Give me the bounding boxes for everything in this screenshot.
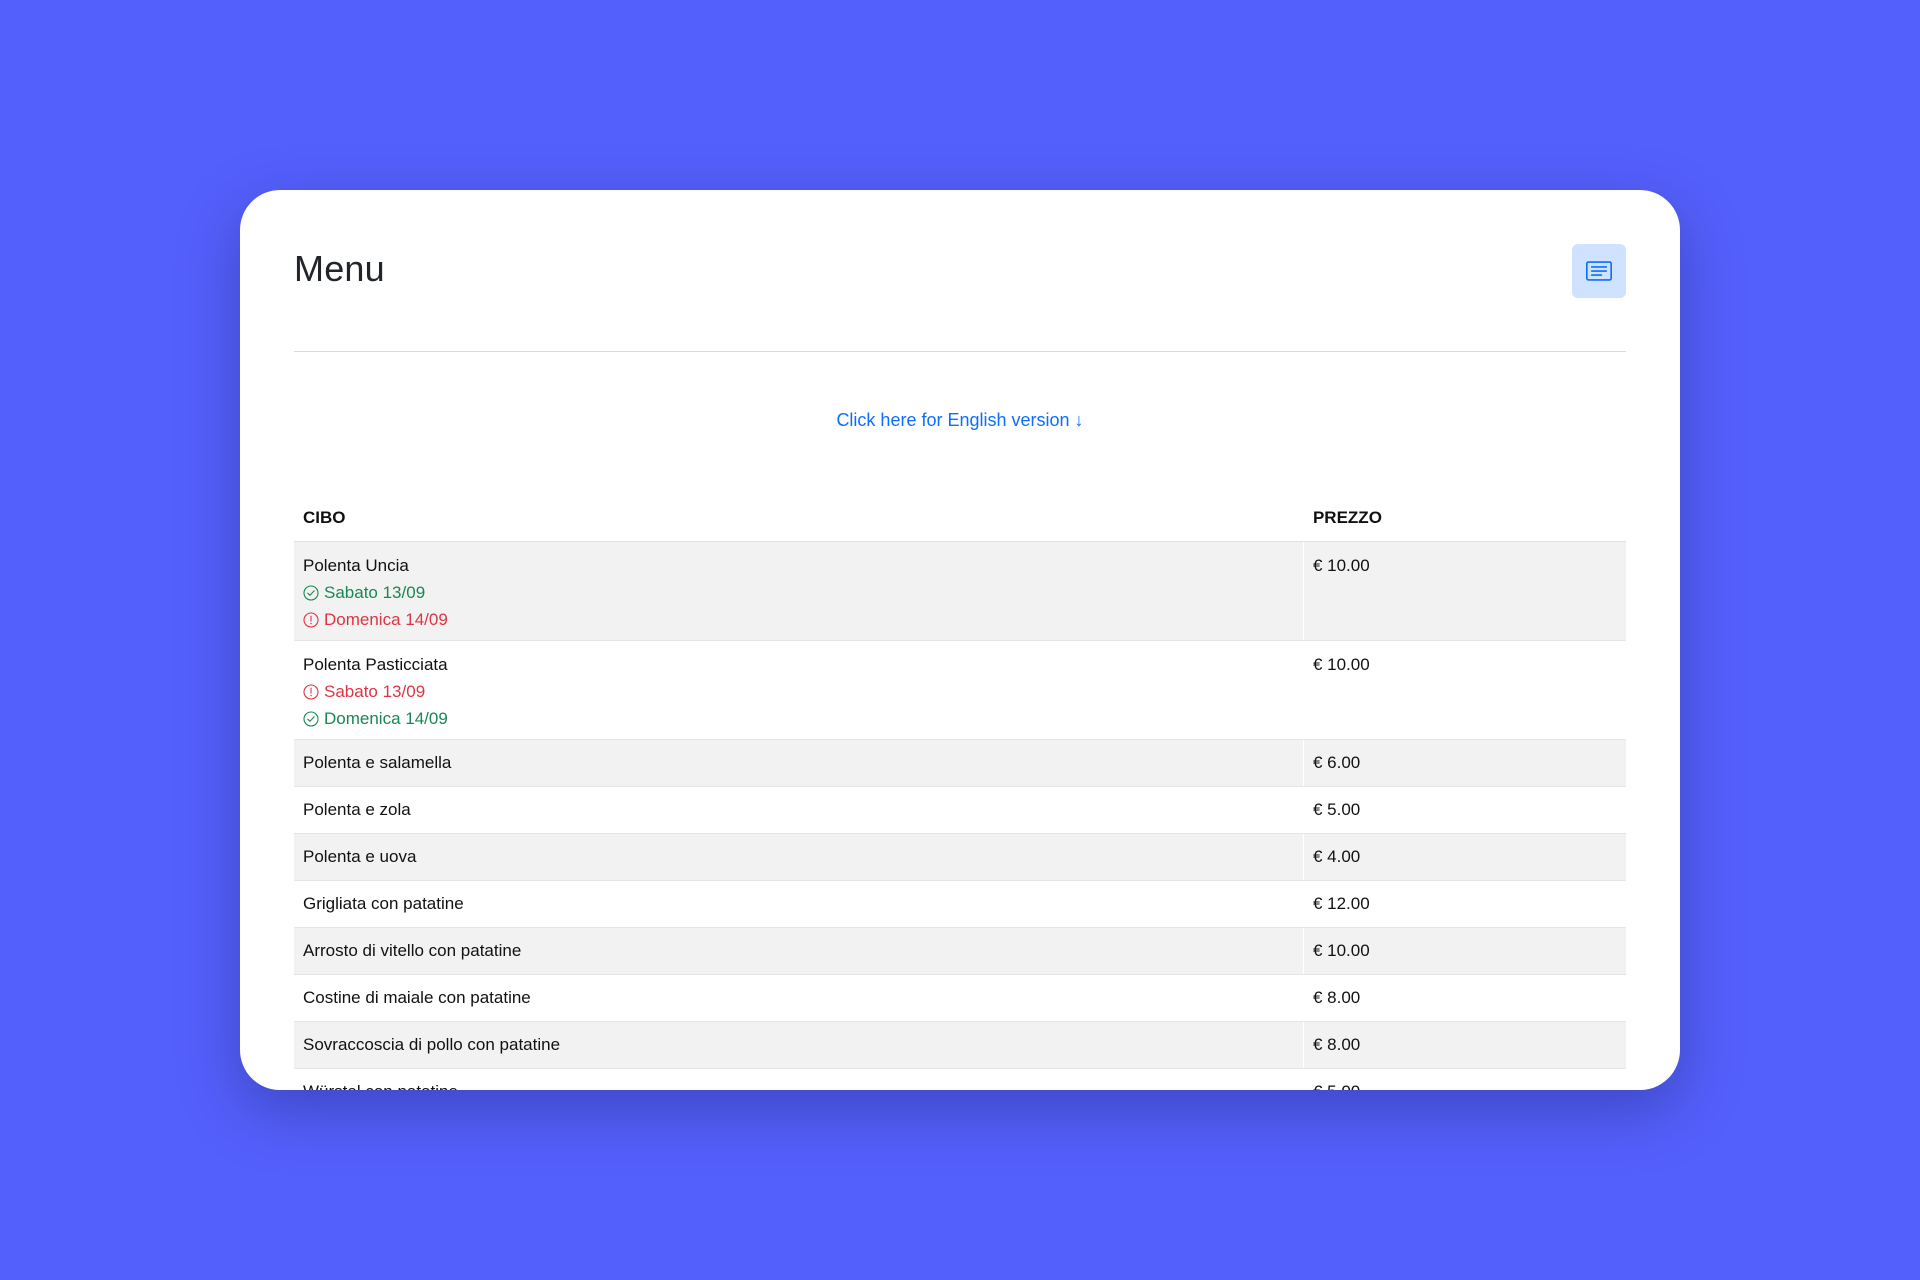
food-name: Costine di maiale con patatine: [294, 974, 1304, 1022]
exclamation-circle-icon: [303, 611, 319, 628]
english-version-link-wrap: Click here for English version ↓: [240, 410, 1680, 431]
table-header-row: CIBO PREZZO: [294, 495, 1626, 542]
food-cell: Polenta Uncia Sabato 13/09 Domenica 14/0…: [294, 541, 1304, 641]
food-name: Arrosto di vitello con patatine: [294, 927, 1304, 975]
food-name: Würstel con patatine: [294, 1068, 1304, 1090]
card-header: Menu: [294, 244, 1626, 298]
table-row: Polenta e salamella € 6.00: [294, 739, 1626, 787]
price-cell: € 12.00: [1302, 880, 1626, 928]
food-cell: Polenta Pasticciata Sabato 13/09 Domenic…: [294, 640, 1304, 740]
table-row: Arrosto di vitello con patatine € 10.00: [294, 927, 1626, 975]
table-row: Polenta e uova € 4.00: [294, 833, 1626, 881]
table-row: Würstel con patatine € 5.00: [294, 1068, 1626, 1090]
check-circle-icon: [303, 710, 319, 727]
text-view-button[interactable]: [1572, 244, 1626, 298]
menu-card: Menu Click here for English version ↓ CI…: [240, 190, 1680, 1090]
header-divider: [294, 351, 1626, 352]
food-name: Polenta Uncia: [303, 556, 409, 575]
column-header-food: CIBO: [294, 495, 1304, 542]
exclamation-circle-icon: [303, 683, 319, 700]
availability-available: Sabato 13/09: [303, 579, 1294, 606]
price-cell: € 8.00: [1302, 1021, 1626, 1069]
table-row: Polenta Uncia Sabato 13/09 Domenica 14/0…: [294, 541, 1626, 641]
page-title: Menu: [294, 248, 385, 289]
availability-label: Domenica 14/09: [324, 709, 448, 728]
price-cell: € 10.00: [1302, 541, 1626, 641]
english-version-link[interactable]: Click here for English version ↓: [836, 410, 1083, 430]
price-cell: € 5.00: [1302, 786, 1626, 834]
column-header-price: PREZZO: [1302, 495, 1626, 542]
check-circle-icon: [303, 584, 319, 601]
food-name: Polenta Pasticciata: [303, 655, 448, 674]
table-row: Polenta e zola € 5.00: [294, 786, 1626, 834]
price-cell: € 4.00: [1302, 833, 1626, 881]
table-row: Costine di maiale con patatine € 8.00: [294, 974, 1626, 1022]
table-row: Sovraccoscia di pollo con patatine € 8.0…: [294, 1021, 1626, 1069]
price-cell: € 10.00: [1302, 640, 1626, 740]
price-cell: € 8.00: [1302, 974, 1626, 1022]
price-cell: € 5.00: [1302, 1068, 1626, 1090]
price-cell: € 6.00: [1302, 739, 1626, 787]
food-name: Polenta e zola: [294, 786, 1304, 834]
food-name: Sovraccoscia di pollo con patatine: [294, 1021, 1304, 1069]
availability-unavailable: Sabato 13/09: [303, 678, 1294, 705]
availability-label: Sabato 13/09: [324, 682, 426, 701]
food-name: Polenta e uova: [294, 833, 1304, 881]
availability-unavailable: Domenica 14/09: [303, 606, 1294, 633]
table-row: Polenta Pasticciata Sabato 13/09 Domenic…: [294, 640, 1626, 740]
food-name: Grigliata con patatine: [294, 880, 1304, 928]
menu-table: CIBO PREZZO Polenta Uncia Sabato 13/09 D…: [294, 495, 1626, 1090]
table-row: Grigliata con patatine € 12.00: [294, 880, 1626, 928]
availability-label: Domenica 14/09: [324, 610, 448, 629]
price-cell: € 10.00: [1302, 927, 1626, 975]
availability-label: Sabato 13/09: [324, 583, 426, 602]
availability-available: Domenica 14/09: [303, 705, 1294, 732]
text-paragraph-icon: [1586, 261, 1612, 281]
food-name: Polenta e salamella: [294, 739, 1304, 787]
